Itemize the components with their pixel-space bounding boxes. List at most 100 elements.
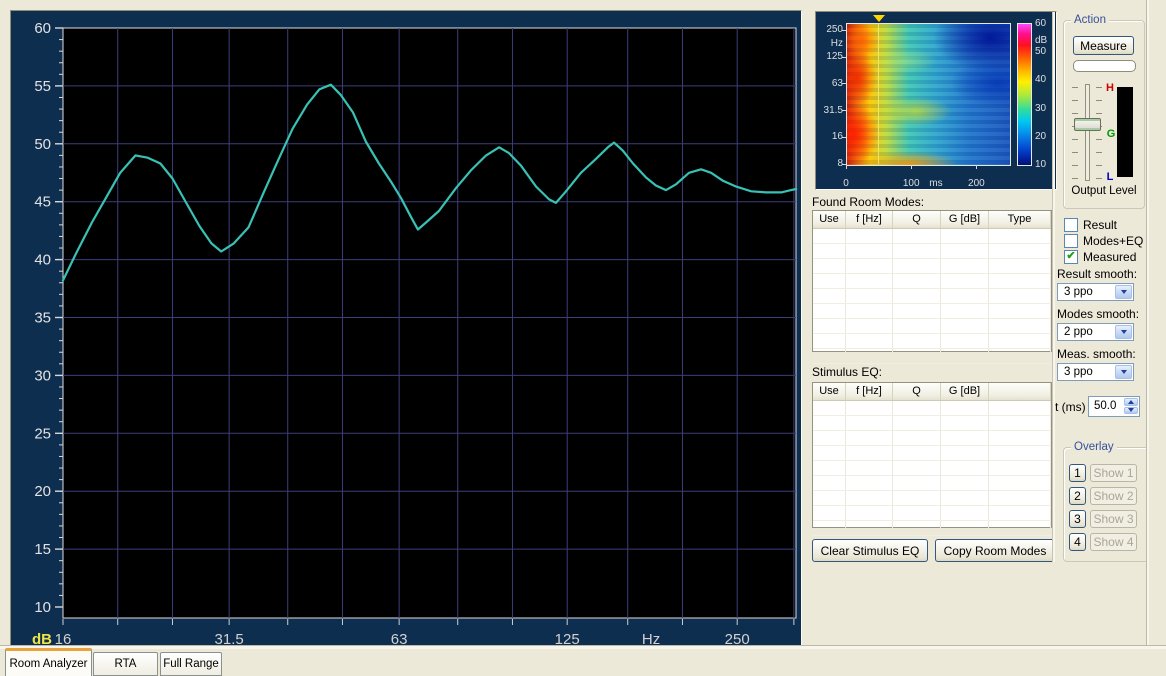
table-cell — [893, 229, 941, 243]
table-cell — [893, 349, 941, 363]
table-row — [813, 244, 1051, 259]
tab-room-analyzer[interactable]: Room Analyzer — [5, 648, 92, 676]
table-cell — [989, 446, 1051, 460]
y-axis-unit-label: dB — [32, 631, 52, 645]
checkbox-modes-eq[interactable] — [1064, 234, 1078, 248]
chevron-down-icon[interactable] — [1115, 325, 1132, 339]
tab-full-range[interactable]: Full Range — [160, 652, 222, 676]
time-ms-label: t (ms) — [1055, 400, 1086, 414]
table-cell — [813, 244, 846, 258]
show-3-button: Show 3 — [1090, 510, 1137, 528]
overlay-3-button[interactable]: 3 — [1069, 510, 1086, 528]
table-row — [813, 334, 1051, 349]
column-header-f-hz[interactable]: f [Hz] — [846, 383, 893, 400]
table-cell — [893, 244, 941, 258]
table-cell — [813, 521, 846, 535]
table-row — [813, 476, 1051, 491]
table-cell — [813, 229, 846, 243]
overlay-4-button[interactable]: 4 — [1069, 533, 1086, 551]
spectrogram-panel: 2501256331.5168Hz0100200ms605040302010dB — [815, 11, 1057, 190]
checkbox-result[interactable] — [1064, 218, 1078, 232]
chevron-down-icon[interactable] — [1115, 365, 1132, 379]
checkbox-measured[interactable]: ✔ — [1064, 250, 1078, 264]
table-cell — [941, 431, 989, 445]
table-cell — [989, 416, 1051, 430]
column-header-q[interactable]: Q — [893, 383, 941, 400]
time-cursor-handle-icon[interactable] — [873, 15, 885, 22]
dropdown-meas-smooth[interactable]: 3 ppo — [1057, 363, 1134, 381]
table-cell — [941, 319, 989, 333]
x-tick-label: 16 — [55, 631, 72, 645]
measure-button[interactable]: Measure — [1073, 36, 1134, 55]
table-body[interactable] — [813, 401, 1051, 536]
table-cell — [941, 506, 989, 520]
stimulus-eq-table[interactable]: Usef [Hz]QG [dB] — [812, 382, 1052, 528]
spin-up-icon[interactable] — [1124, 398, 1138, 406]
checkbox-label: Measured — [1083, 250, 1136, 264]
chevron-down-icon[interactable] — [1115, 285, 1132, 299]
table-cell — [813, 416, 846, 430]
table-cell — [893, 491, 941, 505]
divider — [0, 645, 1166, 649]
table-cell — [813, 319, 846, 333]
spectro-x-tick — [846, 165, 847, 169]
output-level-label: Output Level — [1064, 185, 1144, 197]
table-cell — [989, 334, 1051, 348]
dropdown-modes-smooth[interactable]: 2 ppo — [1057, 323, 1134, 341]
output-level-slider-handle[interactable] — [1074, 118, 1101, 131]
time-ms-value: 50.0 — [1089, 397, 1123, 416]
column-header-g-db[interactable]: G [dB] — [941, 383, 989, 400]
spin-down-icon[interactable] — [1124, 407, 1138, 415]
output-level-meter — [1117, 87, 1133, 177]
column-header-blank[interactable] — [989, 383, 1051, 400]
spectro-x-tick-label: 200 — [964, 178, 988, 189]
time-ms-spinner[interactable]: 50.0 — [1088, 396, 1140, 417]
table-cell — [813, 274, 846, 288]
tab-rta[interactable]: RTA — [93, 652, 158, 676]
table-cell — [813, 476, 846, 490]
y-tick-label: 40 — [34, 252, 51, 269]
table-cell — [846, 416, 893, 430]
table-cell — [893, 334, 941, 348]
table-cell — [846, 319, 893, 333]
column-header-f-hz[interactable]: f [Hz] — [846, 211, 893, 228]
table-cell — [846, 259, 893, 273]
spectro-y-tick-label: 250 — [816, 24, 843, 35]
clear-stimulus-eq-button[interactable]: Clear Stimulus EQ — [812, 539, 928, 562]
checkbox-label: Result — [1083, 218, 1117, 232]
table-cell — [846, 461, 893, 475]
x-tick-label: 63 — [391, 631, 408, 645]
table-cell — [846, 506, 893, 520]
table-cell — [893, 319, 941, 333]
overlay-1-button[interactable]: 1 — [1069, 464, 1086, 482]
x-tick-label: 31.5 — [215, 631, 244, 645]
table-row — [813, 319, 1051, 334]
show-2-button: Show 2 — [1090, 487, 1137, 505]
table-row — [813, 304, 1051, 319]
table-cell — [813, 401, 846, 415]
column-header-g-db[interactable]: G [dB] — [941, 211, 989, 228]
table-cell — [846, 401, 893, 415]
column-header-type[interactable]: Type — [989, 211, 1051, 228]
dropdown-value: 3 ppo — [1058, 284, 1114, 300]
table-cell — [989, 274, 1051, 288]
room-modes-table[interactable]: Usef [Hz]QG [dB]Type — [812, 210, 1052, 352]
slider-ticks-right — [1096, 87, 1102, 180]
table-body[interactable] — [813, 229, 1051, 364]
column-header-q[interactable]: Q — [893, 211, 941, 228]
measure-progressbar — [1073, 60, 1136, 72]
meter-low-label: L — [1104, 171, 1116, 183]
copy-room-modes-button[interactable]: Copy Room Modes — [935, 539, 1055, 562]
table-cell — [941, 416, 989, 430]
column-header-use[interactable]: Use — [813, 383, 846, 400]
spectro-y-tick-label: 125 — [816, 51, 843, 62]
overlay-2-button[interactable]: 2 — [1069, 487, 1086, 505]
dropdown-result-smooth[interactable]: 3 ppo — [1057, 283, 1134, 301]
output-level-slider[interactable] — [1085, 84, 1090, 181]
table-cell — [893, 274, 941, 288]
table-cell — [813, 304, 846, 318]
table-cell — [846, 521, 893, 535]
table-row — [813, 491, 1051, 506]
column-header-use[interactable]: Use — [813, 211, 846, 228]
table-cell — [893, 401, 941, 415]
